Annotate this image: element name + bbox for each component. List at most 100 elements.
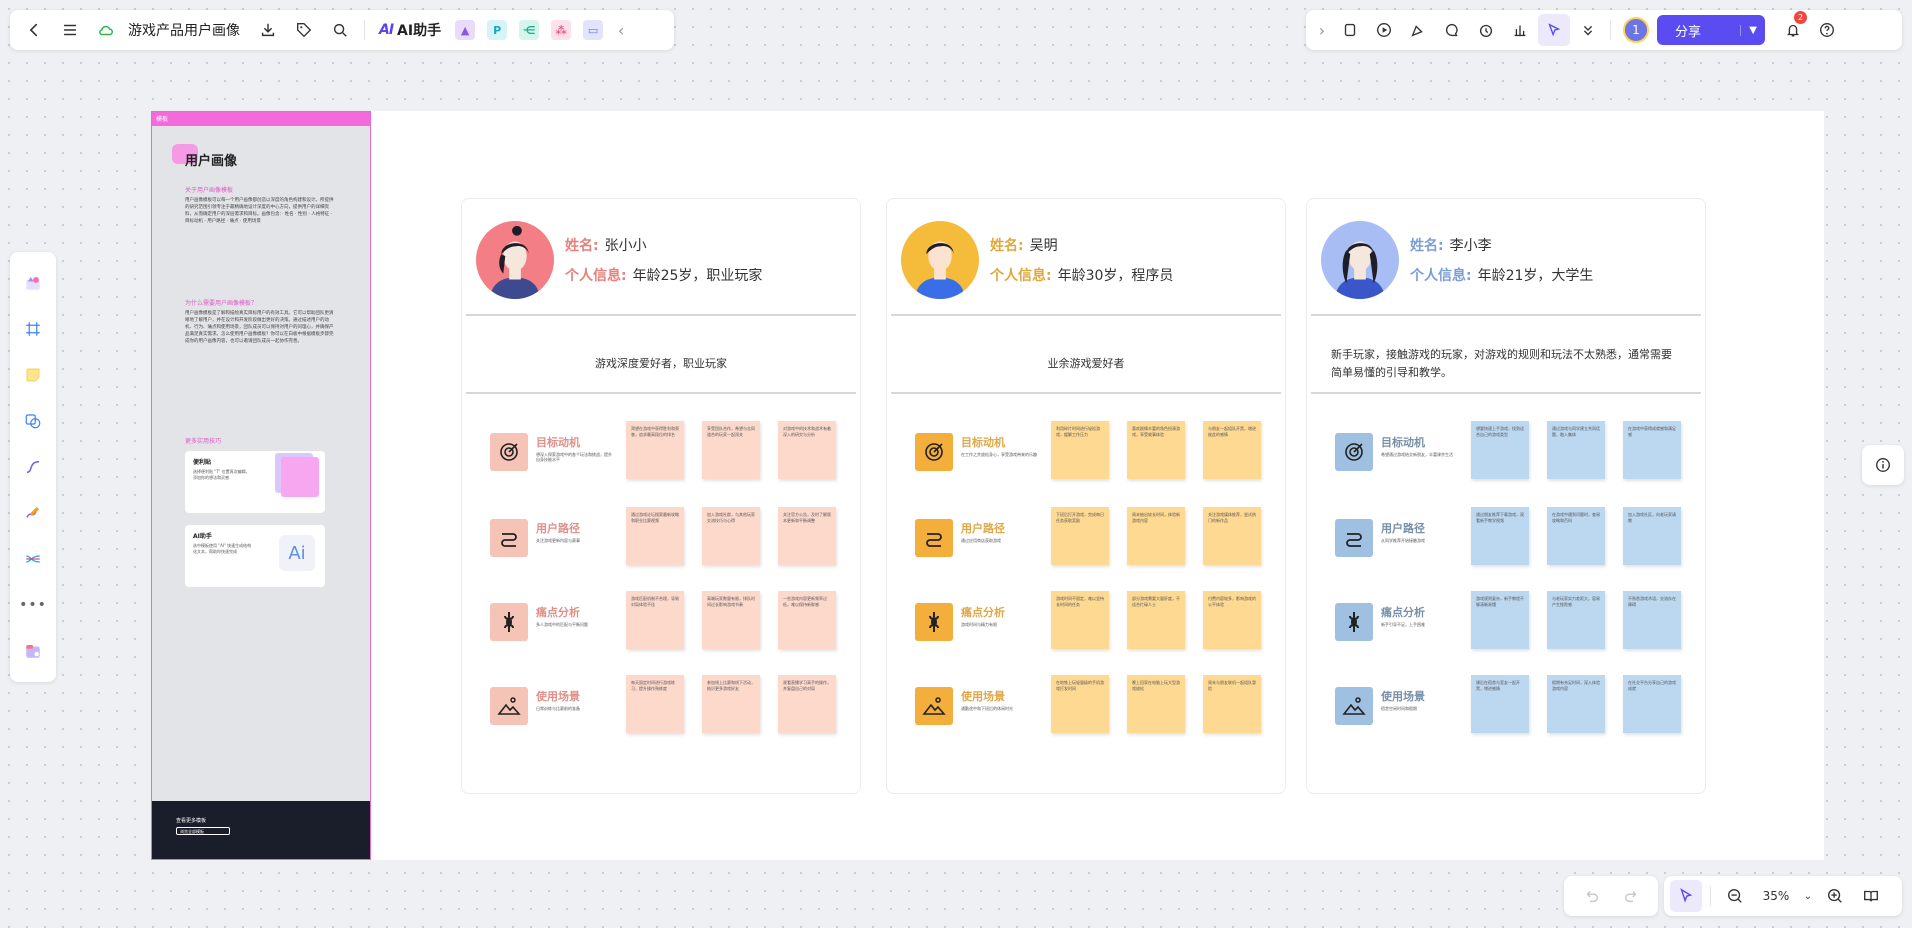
browse-templates-button[interactable]: 浏览全部模板 bbox=[176, 827, 230, 835]
sticky-note[interactable]: 通过朋友推荐下载游戏，观看新手教学视频 bbox=[1471, 507, 1529, 565]
search-icon[interactable] bbox=[324, 14, 356, 46]
template-library-icon[interactable] bbox=[15, 265, 51, 301]
connector-line-icon[interactable] bbox=[15, 449, 51, 485]
sticky-note[interactable]: 游戏规则复杂，新手教程不够清晰易懂 bbox=[1471, 591, 1529, 649]
sticky-note-icon[interactable] bbox=[15, 357, 51, 393]
sticky-note[interactable]: 在游戏中获得成就感和满足感 bbox=[1623, 421, 1681, 479]
ai-assistant-button[interactable]: AI AI助手 bbox=[373, 20, 447, 40]
minimap-book-icon[interactable] bbox=[1855, 880, 1887, 912]
divider bbox=[1610, 20, 1611, 40]
share-label: 分享 bbox=[1675, 24, 1702, 40]
sticky-note[interactable]: 付费内容较多，影响游戏的公平体验 bbox=[1203, 591, 1261, 649]
sticky-note[interactable]: 课后在宿舍与室友一起开黑，增进感情 bbox=[1471, 675, 1529, 733]
shape-tool-icon[interactable] bbox=[15, 403, 51, 439]
frame-tool-icon[interactable] bbox=[15, 311, 51, 347]
pen-draw-icon[interactable] bbox=[15, 495, 51, 531]
sticky-note[interactable]: 假期有充足时间，深入体验游戏内容 bbox=[1547, 675, 1605, 733]
menu-icon[interactable] bbox=[54, 14, 86, 46]
collapse-chevron-icon[interactable]: ‹ bbox=[611, 14, 631, 46]
sticky-note[interactable]: 下班后打开游戏，完成每日任务获取奖励 bbox=[1051, 507, 1109, 565]
sticky-note[interactable]: 通过游戏与同学建立共同话题，融入集体 bbox=[1547, 421, 1605, 479]
more-chevron-icon[interactable] bbox=[1572, 14, 1604, 46]
zoom-in-icon[interactable] bbox=[1819, 880, 1851, 912]
help-icon[interactable] bbox=[1811, 14, 1843, 46]
section-subtitle: 通过应用商店获取游戏 bbox=[961, 538, 1001, 543]
apps-plugin-icon[interactable] bbox=[15, 633, 51, 669]
persona-name: 吴明 bbox=[1029, 238, 1058, 254]
persona-card[interactable]: 姓名: 李小李 个人信息: 年龄21岁，大学生 新手玩家，接触游戏的玩家，对游戏的规则和… bbox=[1306, 198, 1706, 794]
notification-bell-icon[interactable]: 2 bbox=[1777, 11, 1809, 46]
sticky-note[interactable]: 加入游戏社区，向老玩家请教 bbox=[1623, 507, 1681, 565]
section-title: 使用场景 bbox=[536, 690, 580, 703]
celebrate-icon[interactable] bbox=[1402, 14, 1434, 46]
more-tools-icon[interactable]: ••• bbox=[15, 587, 51, 623]
flowchart-plugin-icon[interactable]: ⁂ bbox=[551, 20, 572, 40]
sticky-note[interactable]: 喜欢剧情丰富的角色扮演游戏，享受故事体验 bbox=[1127, 421, 1185, 479]
mindmap-tool-icon[interactable] bbox=[15, 541, 51, 577]
template-icon[interactable] bbox=[1334, 14, 1366, 46]
sticky-note[interactable]: 每天固定时间进行游戏练习，提升操作熟练度 bbox=[626, 675, 684, 733]
expand-chevron-icon[interactable]: › bbox=[1312, 14, 1332, 46]
sticky-note[interactable]: 晚上回家在电脑上玩大型游戏放松 bbox=[1127, 675, 1185, 733]
persona-avatar bbox=[476, 221, 554, 299]
sticky-note[interactable]: 周末抽出较长时间，体验新游戏内容 bbox=[1127, 507, 1185, 565]
share-button[interactable]: 分享 ▼ bbox=[1657, 15, 1765, 45]
document-title[interactable]: 游戏产品用户画像 bbox=[128, 20, 240, 40]
sticky-note[interactable]: 关注官方公告，及时了解版本更新和平衡调整 bbox=[778, 507, 836, 565]
redo-icon[interactable] bbox=[1616, 880, 1648, 912]
info-button[interactable] bbox=[1862, 445, 1904, 485]
sticky-note[interactable]: 关注游戏媒体推荐，尝试热门的新作品 bbox=[1203, 507, 1261, 565]
share-dropdown-icon[interactable]: ▼ bbox=[1740, 24, 1757, 36]
sticky-note[interactable]: 游戏匹配机制不合理，导致对局体验不佳 bbox=[626, 591, 684, 649]
sticky-note[interactable]: 享受团队合作，希望与志同道合的玩家一起闯关 bbox=[702, 421, 760, 479]
sticky-note[interactable]: 与老玩家实力差距大，容易产生挫败感 bbox=[1547, 591, 1605, 649]
sticky-note[interactable]: 观看直播学习高手的操作，并复盘自己的对局 bbox=[778, 675, 836, 733]
sticky-note[interactable]: 部分游戏需要大量肝度，不适合忙碌人士 bbox=[1127, 591, 1185, 649]
ai-logo-icon: AI bbox=[379, 22, 394, 38]
sticky-note[interactable]: 游戏时间不固定，难以坚持长时间的任务 bbox=[1051, 591, 1109, 649]
info-label: 个人信息: bbox=[565, 268, 627, 284]
sticky-note[interactable]: 在游戏中遇到问题时，查阅攻略和百科 bbox=[1547, 507, 1605, 565]
mindmap-plugin-icon[interactable]: ⋲ bbox=[519, 20, 540, 40]
vote-icon[interactable] bbox=[1504, 14, 1536, 46]
sticky-note[interactable]: 高端玩家数量有限，排队时间过长影响游戏节奏 bbox=[702, 591, 760, 649]
template-info-panel[interactable]: 模板 用户画像 关于用户画像模板 用户画像模板可以每一个用户画像都创造以深度的角… bbox=[151, 111, 371, 860]
persona-info: 年龄21岁，大学生 bbox=[1477, 268, 1594, 284]
tip-card-sticky[interactable]: 便利贴 选择便利贴 "T" 位置再次编辑，添加你的想法和灵感 bbox=[185, 451, 325, 513]
p-plugin-icon[interactable]: P bbox=[487, 20, 508, 40]
sticky-note[interactable]: 想要快速上手游戏，找到适合自己的游戏类型 bbox=[1471, 421, 1529, 479]
sticky-note[interactable]: 周末与朋友联机一起组队冒险 bbox=[1203, 675, 1261, 733]
select-cursor-icon[interactable] bbox=[1670, 880, 1702, 912]
sticky-note[interactable]: 利用碎片时间进行轻松游戏，缓解工作压力 bbox=[1051, 421, 1109, 479]
collaborator-avatar[interactable]: 1 bbox=[1623, 17, 1649, 43]
sticky-note[interactable]: 加入游戏社群，与其他玩家交流技巧与心得 bbox=[702, 507, 760, 565]
sticky-note[interactable]: 对游戏中的技术和战术有着深入的研究与分析 bbox=[778, 421, 836, 479]
image-plugin-icon[interactable]: ▲ bbox=[455, 20, 476, 40]
comment-icon[interactable] bbox=[1436, 14, 1468, 46]
follow-cursor-icon[interactable] bbox=[1538, 14, 1570, 46]
back-icon[interactable] bbox=[18, 14, 50, 46]
zoom-level[interactable]: 35% bbox=[1755, 889, 1797, 903]
persona-card[interactable]: 姓名: 张小小 个人信息: 年龄25岁，职业玩家 游戏深度爱好者，职业玩家 目标动机 想深入… bbox=[461, 198, 861, 794]
sticky-note[interactable]: 不熟悉游戏术语，交流存在障碍 bbox=[1623, 591, 1681, 649]
zoom-out-icon[interactable] bbox=[1719, 880, 1751, 912]
timer-icon[interactable] bbox=[1470, 14, 1502, 46]
persona-card[interactable]: 姓名: 吴明 个人信息: 年龄30岁，程序员 业余游戏爱好者 目标动机 在工作之余放松身心，… bbox=[886, 198, 1286, 794]
template-title: 用户画像 bbox=[185, 154, 238, 169]
sticky-note[interactable]: 在社交平台分享自己的游戏成就 bbox=[1623, 675, 1681, 733]
sticky-note[interactable]: 通过游戏论坛搜索最新攻略和职业比赛视频 bbox=[626, 507, 684, 565]
sticky-note[interactable]: 一些游戏内容更新频率过低，难以保持新鲜感 bbox=[778, 591, 836, 649]
comment-plugin-icon[interactable]: ▭ bbox=[583, 20, 604, 40]
tag-icon[interactable] bbox=[288, 14, 320, 46]
tip-card-ai[interactable]: AI助手 选中模板使用 "AI" 快速生成结构化文本，帮助你快速完成 Ai bbox=[185, 525, 325, 587]
zoom-dropdown-icon[interactable]: ⌄ bbox=[1801, 880, 1815, 912]
sticky-note[interactable]: 在地铁上玩轻量级的手机游戏打发时间 bbox=[1051, 675, 1109, 733]
sticky-note[interactable]: 参加线上比赛和线下活动，结识更多游戏好友 bbox=[702, 675, 760, 733]
download-icon[interactable] bbox=[252, 14, 284, 46]
divider bbox=[1311, 314, 1701, 316]
present-play-icon[interactable] bbox=[1368, 14, 1400, 46]
sticky-note[interactable]: 与朋友一起组队开黑，增进彼此的感情 bbox=[1203, 421, 1261, 479]
sticky-note[interactable]: 渴望在游戏中获得胜利和荣誉，追求最高段位的排名 bbox=[626, 421, 684, 479]
undo-icon[interactable] bbox=[1575, 880, 1607, 912]
persona-section-row: 痛点分析 多人游戏中的匹配与平衡问题 游戏匹配机制不合理，导致对局体验不佳 高端玩家数… bbox=[462, 591, 862, 651]
